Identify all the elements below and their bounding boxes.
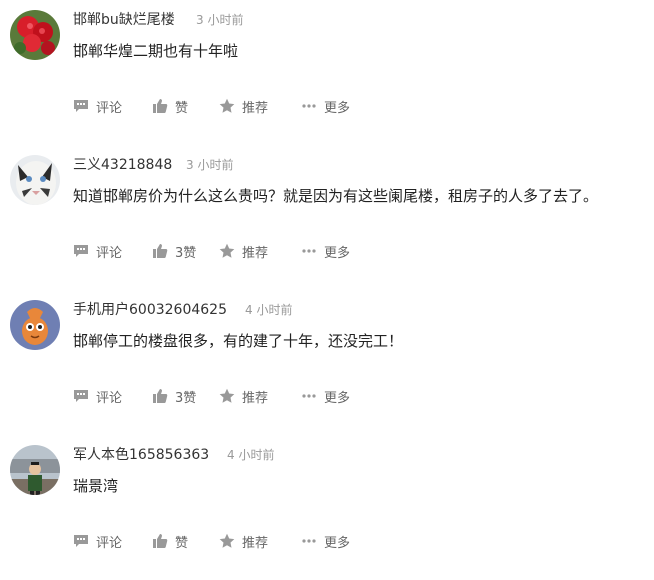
ellipsis-icon: [301, 533, 317, 549]
action-bar: 评论 赞 推荐 更多: [73, 96, 633, 116]
like-button[interactable]: 3赞: [152, 241, 196, 261]
comment-text: 瑞景湾: [73, 477, 119, 495]
timestamp: 3 小时前: [186, 158, 234, 172]
comment-text: 邯郸华煌二期也有十年啦: [73, 42, 239, 60]
recommend-label: 推荐: [242, 535, 269, 551]
recommend-label: 推荐: [242, 390, 269, 406]
username[interactable]: 手机用户60032604625: [73, 299, 227, 319]
ellipsis-icon: [301, 388, 317, 404]
comment-button[interactable]: 评论: [73, 241, 122, 261]
comment-text: 邯郸停工的楼盘很多，有的建了十年，还没完工！: [73, 332, 404, 350]
comment-item: 军人本色165856363 4 小时前 瑞景湾 评论 赞 推荐 更多: [0, 435, 654, 580]
avatar[interactable]: [10, 445, 60, 495]
recommend-button[interactable]: 推荐: [219, 386, 268, 406]
more-button[interactable]: 更多: [301, 241, 350, 261]
like-label: 3赞: [175, 245, 197, 261]
avatar[interactable]: [10, 300, 60, 350]
comment-label: 评论: [96, 100, 123, 116]
like-button[interactable]: 赞: [152, 531, 188, 551]
star-icon: [219, 388, 235, 404]
username[interactable]: 军人本色165856363: [73, 444, 209, 464]
username[interactable]: 三义43218848: [73, 154, 172, 174]
recommend-label: 推荐: [242, 245, 269, 261]
more-label: 更多: [324, 390, 351, 406]
like-label: 3赞: [175, 390, 197, 406]
like-button[interactable]: 赞: [152, 96, 188, 116]
ellipsis-icon: [301, 98, 317, 114]
comment-bubble-icon: [73, 533, 89, 549]
recommend-button[interactable]: 推荐: [219, 241, 268, 261]
comment-bubble-icon: [73, 98, 89, 114]
avatar[interactable]: [10, 10, 60, 60]
recommend-button[interactable]: 推荐: [219, 531, 268, 551]
username[interactable]: 邯郸bu缺烂尾楼: [73, 9, 175, 29]
comment-button[interactable]: 评论: [73, 386, 122, 406]
comment-bubble-icon: [73, 243, 89, 259]
star-icon: [219, 243, 235, 259]
comment-label: 评论: [96, 390, 123, 406]
comment-bubble-icon: [73, 388, 89, 404]
more-label: 更多: [324, 535, 351, 551]
action-bar: 评论 3赞 推荐 更多: [73, 386, 633, 406]
more-button[interactable]: 更多: [301, 96, 350, 116]
comment-label: 评论: [96, 535, 123, 551]
more-label: 更多: [324, 245, 351, 261]
thumbs-up-icon: [152, 533, 168, 549]
comment-label: 评论: [96, 245, 123, 261]
ellipsis-icon: [301, 243, 317, 259]
action-bar: 评论 赞 推荐 更多: [73, 531, 633, 551]
more-button[interactable]: 更多: [301, 386, 350, 406]
star-icon: [219, 533, 235, 549]
recommend-label: 推荐: [242, 100, 269, 116]
timestamp: 3 小时前: [196, 13, 244, 27]
thumbs-up-icon: [152, 98, 168, 114]
comment-item: 手机用户60032604625 4 小时前 邯郸停工的楼盘很多，有的建了十年，还…: [0, 290, 654, 435]
avatar[interactable]: [10, 155, 60, 205]
more-button[interactable]: 更多: [301, 531, 350, 551]
thumbs-up-icon: [152, 243, 168, 259]
timestamp: 4 小时前: [227, 448, 275, 462]
like-label: 赞: [175, 535, 189, 551]
action-bar: 评论 3赞 推荐 更多: [73, 241, 633, 261]
comment-text: 知道邯郸房价为什么这么贵吗？就是因为有这些阑尾楼，租房子的人多了去了。: [73, 187, 599, 205]
comment-item: 三义43218848 3 小时前 知道邯郸房价为什么这么贵吗？就是因为有这些阑尾…: [0, 145, 654, 290]
like-label: 赞: [175, 100, 189, 116]
timestamp: 4 小时前: [245, 303, 293, 317]
more-label: 更多: [324, 100, 351, 116]
comment-button[interactable]: 评论: [73, 531, 122, 551]
comment-item: 邯郸bu缺烂尾楼 3 小时前 邯郸华煌二期也有十年啦 评论 赞 推荐 更多: [0, 0, 654, 145]
star-icon: [219, 98, 235, 114]
thumbs-up-icon: [152, 388, 168, 404]
comment-button[interactable]: 评论: [73, 96, 122, 116]
like-button[interactable]: 3赞: [152, 386, 196, 406]
recommend-button[interactable]: 推荐: [219, 96, 268, 116]
